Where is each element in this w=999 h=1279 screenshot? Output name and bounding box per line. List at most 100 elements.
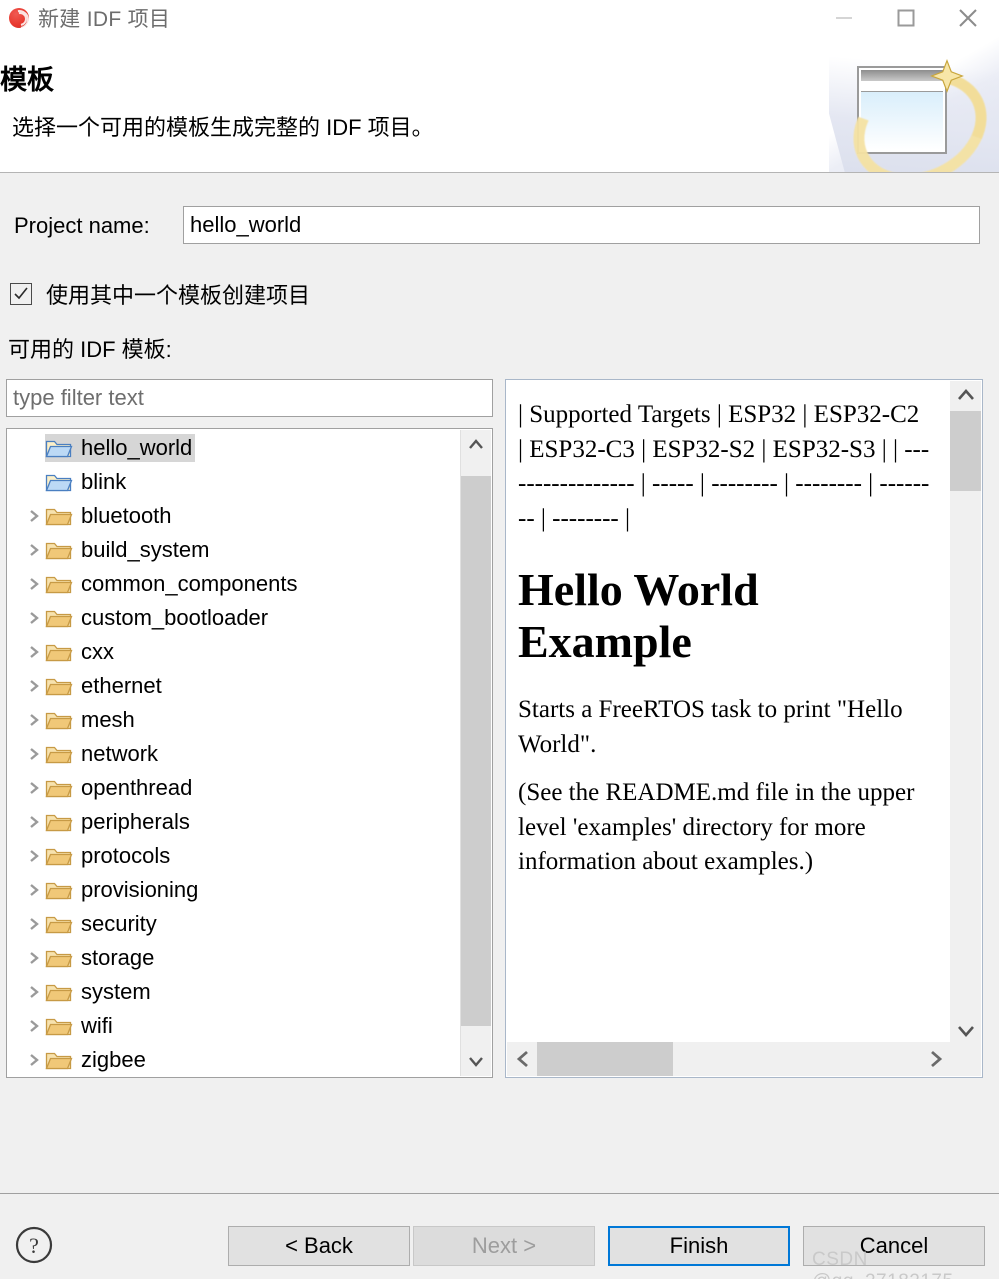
- description-horizontal-scrollbar[interactable]: [507, 1042, 952, 1076]
- folder-open-icon: [45, 505, 73, 527]
- tree-item-openthread[interactable]: openthread: [7, 771, 462, 805]
- description-vertical-scrollbar[interactable]: [950, 381, 981, 1045]
- description-content: | Supported Targets | ESP32 | ESP32-C2 |…: [518, 398, 930, 894]
- close-icon[interactable]: [937, 0, 999, 36]
- chevron-right-icon[interactable]: [23, 780, 45, 796]
- tree-item-label: security: [81, 911, 157, 936]
- page-title: 模板: [0, 65, 54, 95]
- tree-item-label: cxx: [81, 639, 114, 664]
- title-bar: 新建 IDF 项目: [0, 0, 999, 36]
- tree-item-content: openthread: [45, 774, 195, 802]
- new-idf-project-dialog: 新建 IDF 项目 模板 选择一个可用的模板生成完整的 IDF 项目。 Proj: [0, 0, 999, 1279]
- folder-open-icon: [45, 811, 73, 833]
- back-button[interactable]: < Back: [228, 1226, 410, 1266]
- tree-item-label: blink: [81, 469, 127, 494]
- next-button: Next >: [413, 1226, 595, 1266]
- filter-input[interactable]: [6, 379, 493, 417]
- template-tree[interactable]: hello_worldblink bluetooth build_systemcom…: [7, 431, 462, 1077]
- tree-item-protocols[interactable]: protocols: [7, 839, 462, 873]
- tree-item-label: zigbee: [81, 1047, 146, 1072]
- tree-item-storage[interactable]: storage: [7, 941, 462, 975]
- folder-open-icon: [45, 641, 73, 663]
- description-paragraph-1: Starts a FreeRTOS task to print "Hello W…: [518, 696, 903, 758]
- tree-item-content: build_system: [45, 536, 212, 564]
- chevron-right-icon[interactable]: [23, 814, 45, 830]
- button-bar-separator: [0, 1193, 999, 1194]
- chevron-right-icon[interactable]: [23, 508, 45, 524]
- folder-open-blue-icon: [45, 437, 73, 459]
- help-button[interactable]: ?: [14, 1225, 54, 1265]
- tree-vertical-scrollbar[interactable]: [460, 430, 491, 1076]
- tree-item-provisioning[interactable]: provisioning: [7, 873, 462, 907]
- tree-item-content: provisioning: [45, 876, 201, 904]
- project-name-input[interactable]: [183, 206, 980, 244]
- template-description-panel: | Supported Targets | ESP32 | ESP32-C2 |…: [505, 379, 983, 1078]
- tree-item-label: hello_world: [78, 434, 196, 462]
- chevron-right-icon[interactable]: [23, 576, 45, 592]
- description-hscrollbar-thumb[interactable]: [537, 1042, 673, 1076]
- tree-item-content: ethernet: [45, 672, 165, 700]
- chevron-right-icon[interactable]: [23, 610, 45, 626]
- chevron-right-icon[interactable]: [23, 882, 45, 898]
- chevron-right-icon[interactable]: [23, 542, 45, 558]
- chevron-right-icon[interactable]: [23, 678, 45, 694]
- tree-item-content: blink: [45, 468, 129, 496]
- tree-item-peripherals[interactable]: peripherals: [7, 805, 462, 839]
- minimize-icon[interactable]: [813, 0, 875, 36]
- tree-item-custom-bootloader[interactable]: custom_bootloader: [7, 601, 462, 635]
- tree-item-label: ethernet: [81, 673, 162, 698]
- tree-item-label: network: [81, 741, 159, 766]
- tree-item-content: zigbee: [45, 1046, 149, 1074]
- use-template-checkbox-row[interactable]: 使用其中一个模板创建项目: [10, 278, 310, 310]
- desc-scroll-down-icon[interactable]: [950, 1015, 981, 1045]
- folder-open-icon: [45, 913, 73, 935]
- scroll-down-icon[interactable]: [461, 1046, 491, 1076]
- tree-item-zigbee[interactable]: zigbee: [7, 1043, 462, 1077]
- tree-item-hello-world[interactable]: hello_world: [7, 431, 462, 465]
- tree-item-network[interactable]: network: [7, 737, 462, 771]
- chevron-right-icon[interactable]: [23, 644, 45, 660]
- sparkle-icon: [930, 59, 964, 93]
- cancel-button[interactable]: Cancel: [803, 1226, 985, 1266]
- maximize-icon[interactable]: [875, 0, 937, 36]
- folder-open-icon: [45, 743, 73, 765]
- tree-item-bluetooth[interactable]: bluetooth: [7, 499, 462, 533]
- finish-button[interactable]: Finish: [608, 1226, 790, 1266]
- use-template-checkbox[interactable]: [10, 283, 32, 305]
- tree-item-security[interactable]: security: [7, 907, 462, 941]
- tree-item-mesh[interactable]: mesh: [7, 703, 462, 737]
- tree-item-ethernet[interactable]: ethernet: [7, 669, 462, 703]
- desc-scroll-left-icon[interactable]: [507, 1042, 541, 1076]
- tree-item-build-system[interactable]: build_system: [7, 533, 462, 567]
- scroll-up-icon[interactable]: [461, 430, 491, 460]
- folder-open-blue-icon: [45, 471, 73, 493]
- chevron-right-icon[interactable]: [23, 950, 45, 966]
- tree-scrollbar-thumb[interactable]: [461, 476, 491, 1026]
- tree-item-common-components[interactable]: common_components: [7, 567, 462, 601]
- tree-item-label: build_system: [81, 537, 210, 562]
- folder-open-icon: [45, 573, 73, 595]
- chevron-right-icon[interactable]: [23, 848, 45, 864]
- desc-scroll-right-icon[interactable]: [918, 1042, 952, 1076]
- folder-open-icon: [45, 709, 73, 731]
- chevron-right-icon[interactable]: [23, 1018, 45, 1034]
- chevron-right-icon[interactable]: [23, 916, 45, 932]
- desc-scroll-up-icon[interactable]: [950, 381, 981, 411]
- checkmark-icon: [14, 287, 28, 300]
- folder-open-icon: [45, 845, 73, 867]
- tree-item-content: system: [45, 978, 154, 1006]
- page-description: 选择一个可用的模板生成完整的 IDF 项目。: [12, 115, 434, 140]
- tree-item-wifi[interactable]: wifi: [7, 1009, 462, 1043]
- tree-item-label: protocols: [81, 843, 171, 868]
- use-template-checkbox-label: 使用其中一个模板创建项目: [46, 283, 311, 308]
- supported-targets-text: | Supported Targets | ESP32 | ESP32-C2 |…: [518, 401, 930, 532]
- tree-item-blink[interactable]: blink: [7, 465, 462, 499]
- tree-item-system[interactable]: system: [7, 975, 462, 1009]
- svg-text:?: ?: [29, 1233, 39, 1258]
- chevron-right-icon[interactable]: [23, 984, 45, 1000]
- chevron-right-icon[interactable]: [23, 1052, 45, 1068]
- chevron-right-icon[interactable]: [23, 712, 45, 728]
- description-scrollbar-thumb[interactable]: [950, 411, 981, 491]
- chevron-right-icon[interactable]: [23, 746, 45, 762]
- tree-item-cxx[interactable]: cxx: [7, 635, 462, 669]
